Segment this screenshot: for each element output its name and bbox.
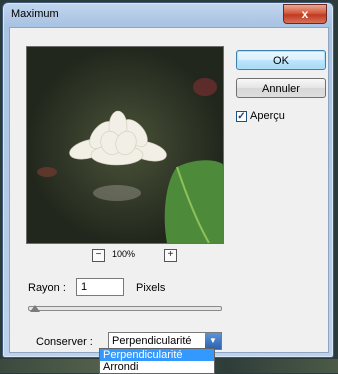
zoom-in-icon: +	[167, 249, 174, 260]
close-button[interactable]: x	[283, 4, 327, 24]
rayon-label: Rayon :	[28, 282, 66, 294]
cancel-button[interactable]: Annuler	[236, 78, 326, 98]
apercu-checkbox[interactable]: ✓	[236, 111, 247, 122]
rayon-slider-track[interactable]	[28, 306, 222, 311]
water-lily-illustration	[27, 47, 223, 243]
dropdown-button[interactable]: ▼	[205, 333, 221, 349]
zoom-in-button[interactable]: +	[164, 249, 177, 262]
title-bar[interactable]: Maximum x	[3, 3, 333, 27]
preview-image[interactable]	[26, 46, 224, 244]
rayon-slider-thumb[interactable]	[30, 305, 40, 312]
close-icon: x	[301, 7, 309, 21]
dropdown-option-arrondi[interactable]: Arrondi	[100, 361, 214, 373]
zoom-controls: − 100% +	[26, 249, 224, 263]
chevron-down-icon: ▼	[209, 336, 217, 345]
ok-button[interactable]: OK	[236, 50, 326, 70]
checkmark-icon: ✓	[237, 111, 246, 122]
dropdown-option-perpendicularite[interactable]: Perpendicularité	[100, 349, 214, 361]
conserver-dropdown-list: Perpendicularité Arrondi	[99, 348, 215, 374]
conserver-selected-value: Perpendicularité	[112, 335, 192, 347]
window-title: Maximum	[11, 8, 59, 20]
rayon-input[interactable]	[76, 278, 124, 296]
pixels-unit-label: Pixels	[136, 282, 166, 294]
zoom-level: 100%	[112, 249, 136, 259]
apercu-label[interactable]: Aperçu	[250, 110, 285, 122]
zoom-out-button[interactable]: −	[92, 249, 105, 262]
dialog-window: Maximum x − 100% + Rayon: 1 Pixels Cons…	[2, 2, 334, 358]
conserver-label: Conserver :	[36, 336, 93, 348]
dialog-content: − 100% + Rayon : Pixels Conserver : Perp…	[9, 27, 329, 353]
zoom-out-icon: −	[95, 249, 102, 260]
